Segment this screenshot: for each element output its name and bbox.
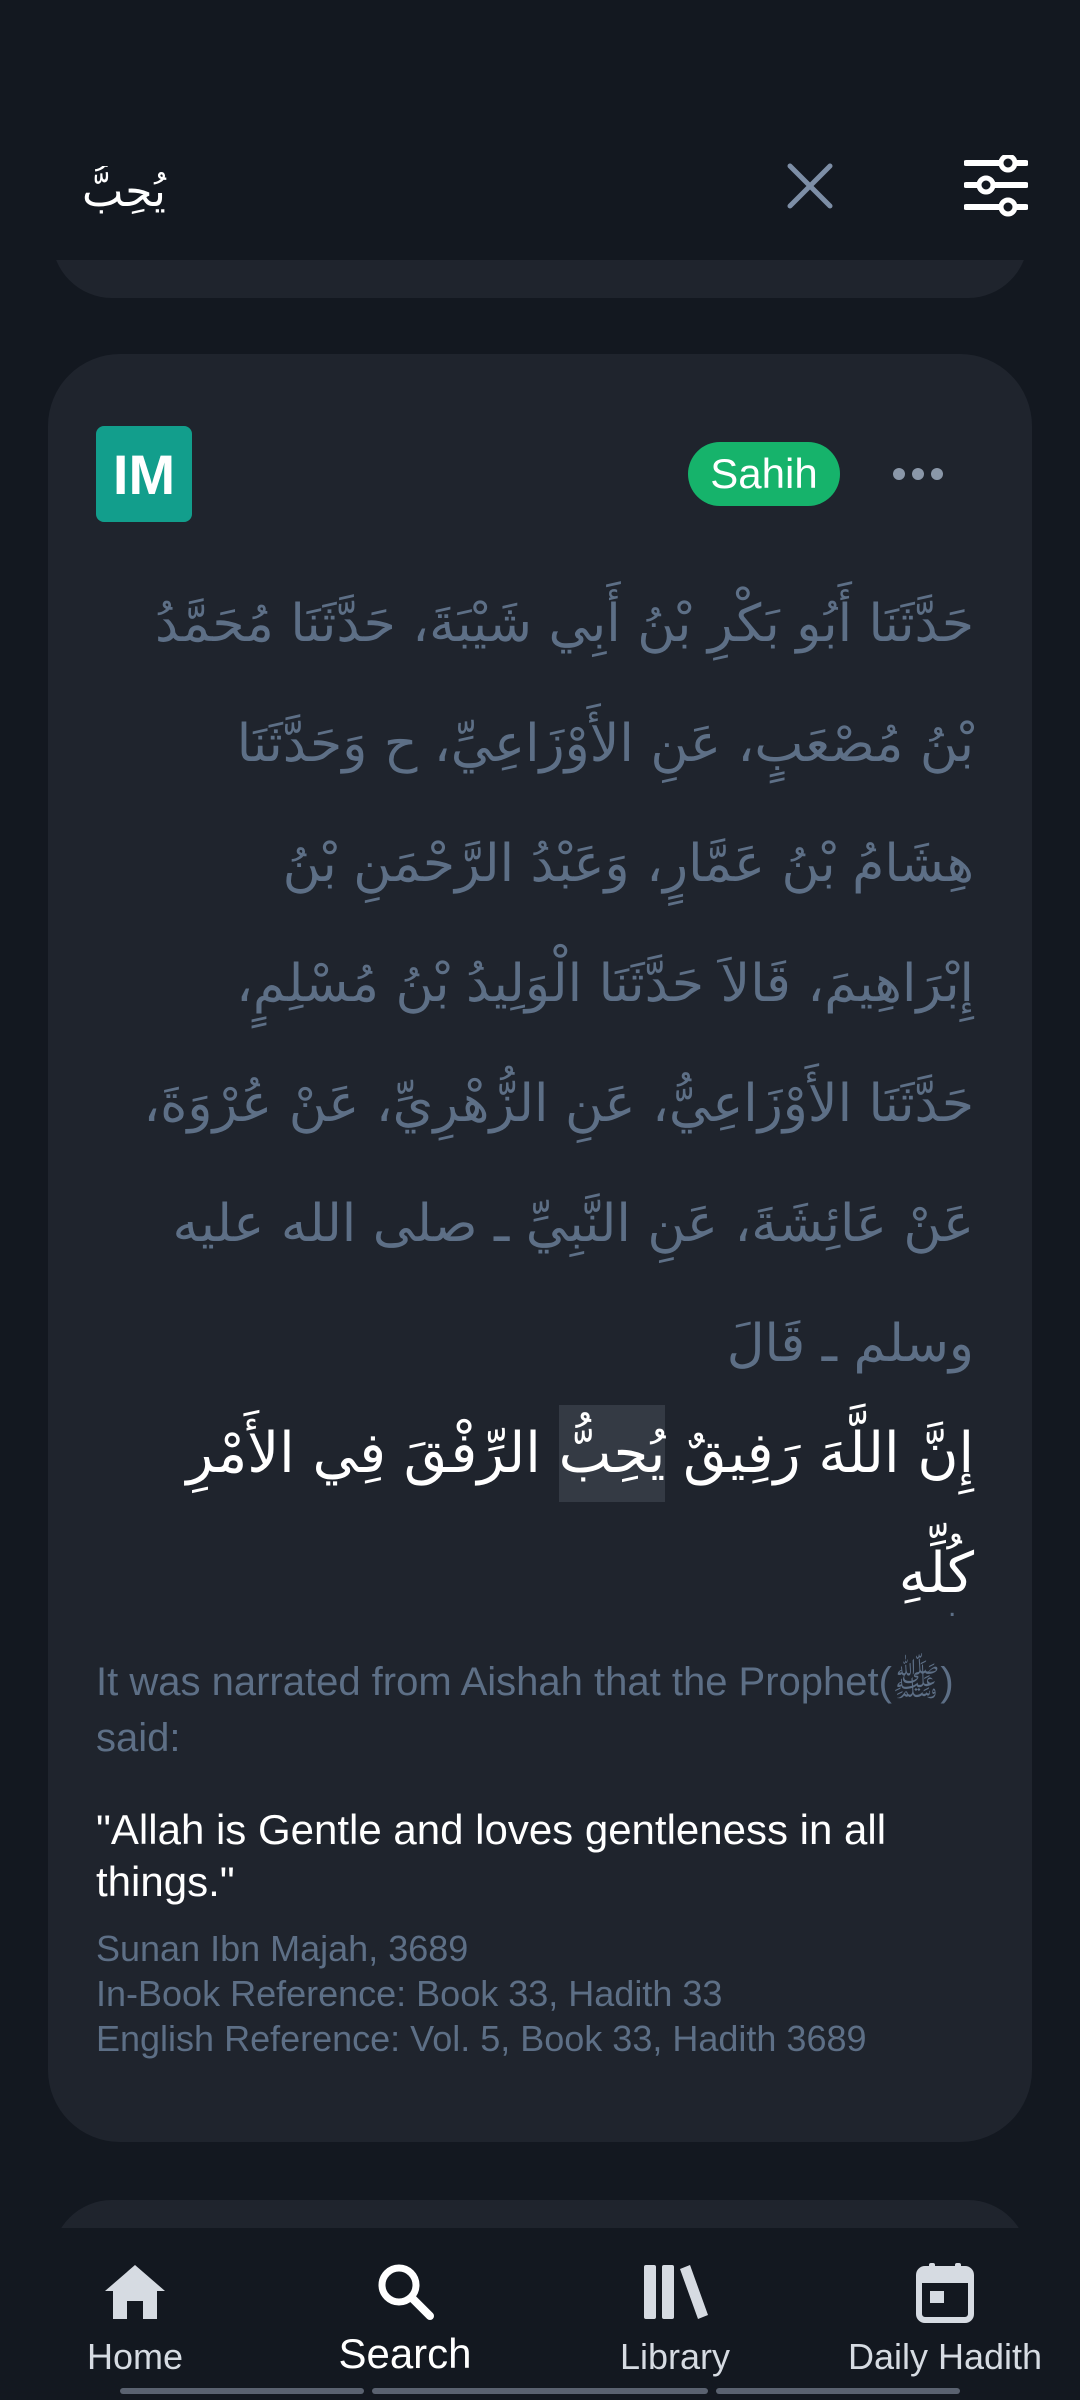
search-input[interactable] [82, 156, 682, 226]
nav-library-label: Library [619, 2336, 731, 2377]
search-header [0, 120, 1080, 260]
gesture-bar-segment [372, 2388, 708, 2394]
search-match-highlight: يُحِبُّ [558, 1405, 666, 1502]
sliders-icon [964, 155, 1028, 217]
arabic-matn: إِنَّ اللَّهَ رَفِيقٌ يُحِبُّ الرِّفْقَ … [128, 1394, 974, 1634]
home-icon [100, 2258, 170, 2326]
close-icon [787, 163, 833, 209]
nav-library[interactable]: Library [600, 2228, 750, 2378]
gesture-bar-segment [120, 2388, 364, 2394]
reference: Sunan Ibn Majah, 3689 [96, 1928, 469, 1969]
calendar-icon [910, 2258, 980, 2326]
filter-button[interactable] [956, 146, 1036, 226]
arabic-isnad: حَدَّثَنَا أَبُو بَكْرِ بْنُ أَبِي شَيْب… [143, 594, 974, 1374]
english-reference: English Reference: Vol. 5, Book 33, Hadi… [96, 2018, 867, 2059]
arabic-end-mark: . [948, 1590, 957, 1623]
library-icon [640, 2258, 710, 2326]
in-book-reference: In-Book Reference: Book 33, Hadith 33 [96, 1973, 723, 2014]
more-options-button[interactable] [882, 446, 954, 502]
grade-badge: Sahih [688, 442, 840, 506]
book-badge: IM [96, 426, 192, 522]
nav-home-label: Home [86, 2336, 184, 2377]
nav-daily-hadith[interactable]: Daily Hadith [840, 2228, 1050, 2378]
more-horizontal-icon [893, 468, 943, 480]
bottom-navigation: Home Search Library Daily Hadith [0, 2228, 1080, 2400]
hadith-card[interactable]: IM Sahih حَدَّثَنَا أَبُو بَكْرِ بْنُ أَ… [48, 354, 1032, 2142]
gesture-bar-segment [716, 2388, 960, 2394]
arabic-matn-start: إِنَّ اللَّهَ رَفِيقٌ [665, 1421, 974, 1486]
search-icon [370, 2258, 440, 2324]
narrator-text: It was narrated from Aishah that the Pro… [96, 1660, 954, 1760]
nav-search-label: Search [338, 2330, 472, 2377]
clear-search-button[interactable] [772, 148, 848, 224]
nav-daily-label: Daily Hadith [847, 2336, 1043, 2377]
search-screen: IM Sahih حَدَّثَنَا أَبُو بَكْرِ بْنُ أَ… [0, 0, 1080, 2400]
hadith-english-text: "Allah is Gentle and loves gentleness in… [96, 1806, 887, 1905]
hadith-references: Sunan Ibn Majah, 3689 In-Book Reference:… [96, 1926, 996, 2061]
nav-home[interactable]: Home [60, 2228, 210, 2378]
nav-search[interactable]: Search [320, 2228, 490, 2378]
